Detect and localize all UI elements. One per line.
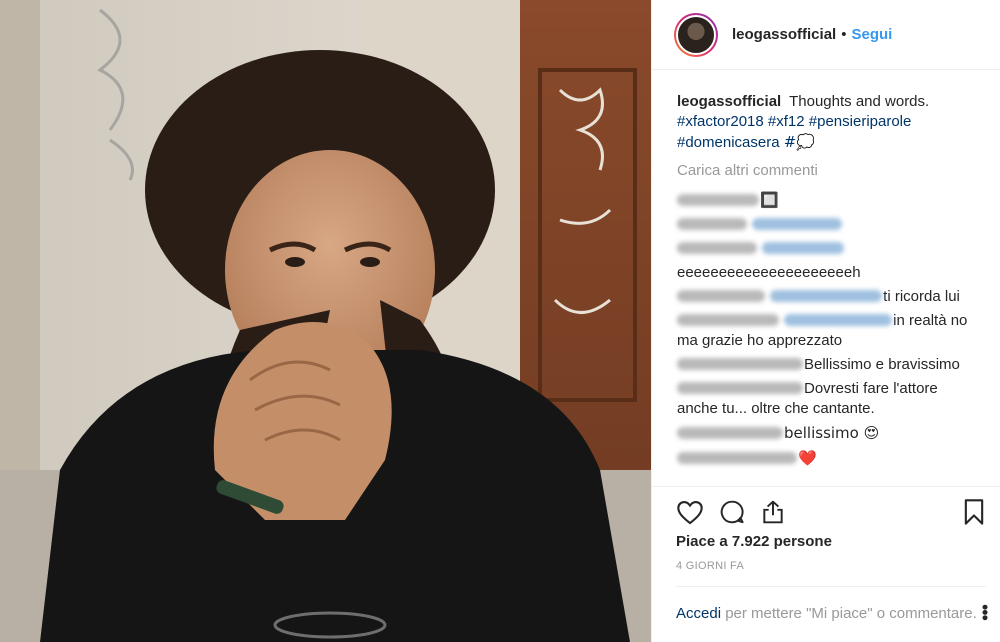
load-more-comments[interactable]: Carica altri commenti [677, 161, 982, 181]
login-link[interactable]: Accedi [676, 605, 721, 622]
share-upload-icon[interactable] [760, 499, 786, 525]
follow-button[interactable]: Segui [851, 26, 892, 43]
blurred-username [677, 242, 757, 254]
blurred-username [677, 382, 803, 394]
post-timestamp[interactable]: 4 GIORNI FA [676, 560, 986, 572]
blurred-username [677, 218, 747, 230]
hashtag[interactable]: #xf12 [768, 113, 805, 130]
comment-text: bellissimo 😍 [784, 424, 880, 442]
caption-username[interactable]: leogassofficial [677, 93, 781, 110]
blurred-username [677, 427, 783, 439]
post-header: leogassofficial • Segui [652, 0, 1000, 70]
speech-bubble-icon[interactable] [718, 499, 746, 525]
hashtag[interactable]: #domenicasera [677, 134, 780, 151]
bookmark-icon[interactable] [962, 498, 986, 526]
comment-text: 🔲 [760, 191, 779, 209]
comment-item: ti ricorda lui [677, 287, 982, 307]
hashtag[interactable]: #pensieriparole [809, 113, 912, 130]
comment-text: ti ricorda lui [883, 288, 960, 305]
comment-item [677, 215, 982, 235]
more-options-icon[interactable]: ••• [975, 604, 995, 620]
caption: leogassofficial Thoughts and words. #xfa… [677, 92, 982, 153]
comment-item: Bellissimo e bravissimo [677, 355, 982, 375]
comment-item: Dovresti fare l'attore anche tu... oltre… [677, 379, 982, 419]
comment-text: ❤️ [798, 449, 817, 467]
comment-item: 🔲 [677, 190, 982, 211]
post-sidebar: leogassofficial • Segui leogassofficial … [651, 0, 1000, 642]
hashtag[interactable]: #💭 [784, 133, 815, 151]
blurred-mention [784, 314, 893, 326]
comments-list: leogassofficial Thoughts and words. #xfa… [652, 70, 1000, 486]
action-icons [676, 497, 986, 527]
caption-text: Thoughts and words. [789, 93, 930, 110]
blurred-username [677, 358, 803, 370]
post-actions: Piace a 7.922 persone 4 GIORNI FA Accedi… [652, 486, 1000, 642]
post-photo[interactable] [0, 0, 651, 642]
comment-item [677, 239, 982, 259]
comment-item: in realtà no ma grazie ho apprezzato [677, 311, 982, 351]
login-prompt-text: per mettere "Mi piace" o commentare. [725, 605, 977, 622]
hashtag[interactable]: #xfactor2018 [677, 113, 764, 130]
comment-item: bellissimo 😍 [677, 423, 982, 444]
comment-text: eeeeeeeeeeeeeeeeeeeeeh [677, 264, 861, 281]
likes-count[interactable]: Piace a 7.922 persone [676, 533, 986, 550]
blurred-mention [762, 242, 845, 254]
blurred-username [677, 194, 759, 206]
comment-item: eeeeeeeeeeeeeeeeeeeeeh [677, 263, 982, 283]
instagram-post: leogassofficial • Segui leogassofficial … [0, 0, 1000, 642]
blurred-mention [752, 218, 843, 230]
blurred-mention [770, 290, 883, 302]
avatar[interactable] [674, 12, 718, 57]
header-username[interactable]: leogassofficial [732, 26, 836, 43]
post-photo-illustration [0, 0, 651, 642]
comment-text: Bellissimo e bravissimo [804, 356, 960, 373]
blurred-username [677, 290, 765, 302]
heart-outline-icon[interactable] [676, 499, 704, 525]
comment-item: ❤️ [677, 448, 982, 469]
blurred-username [677, 314, 779, 326]
blurred-username [677, 452, 797, 464]
header-separator: • [841, 26, 847, 43]
login-prompt: Accedi per mettere "Mi piace" o commenta… [676, 586, 986, 624]
